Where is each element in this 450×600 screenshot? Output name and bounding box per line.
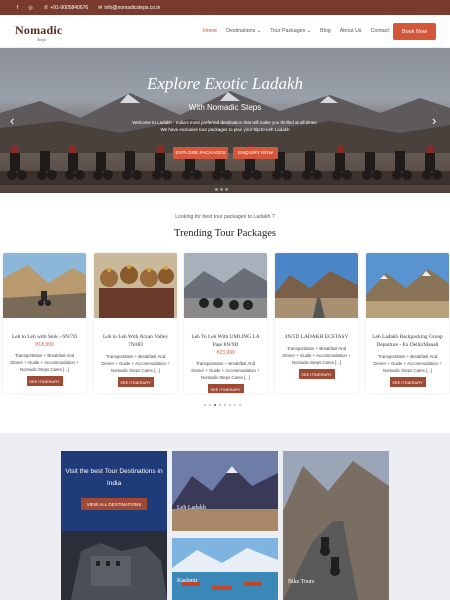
explore-packages-button[interactable]: EXPLORE PACKAGES bbox=[173, 147, 228, 159]
destinations-title: Visit the best Tour Destinations in Indi… bbox=[65, 468, 163, 487]
package-image bbox=[366, 253, 449, 318]
package-title[interactable]: Leh Ladakh Backpacking Group Departure -… bbox=[366, 333, 449, 349]
package-description: Transportation + Breakfast And Dinner + … bbox=[373, 354, 442, 373]
email-address[interactable]: info@nomadicsteps.co.in bbox=[104, 5, 160, 11]
hero-subtitle: With Nomadic Steps bbox=[188, 103, 262, 112]
main-navigation: Nomadic Steps Home Destinations ⌄ Tour Pa… bbox=[0, 15, 450, 48]
nav-menu: Home Destinations ⌄ Tour Packages ⌄ Blog… bbox=[203, 28, 389, 34]
carousel-dot[interactable] bbox=[214, 404, 216, 406]
package-card[interactable]: Leh to Leh With Aryan Valley 7N/8D Trans… bbox=[94, 253, 177, 393]
nav-item-about-us[interactable]: About Us bbox=[340, 28, 362, 34]
nav-item-tour-packages[interactable]: Tour Packages ⌄ bbox=[270, 28, 311, 34]
slide-dot[interactable] bbox=[225, 188, 228, 191]
mail-icon: ✉ bbox=[98, 4, 103, 11]
package-title[interactable]: Leh to Leh With Aryan Valley 7N/8D bbox=[94, 333, 177, 349]
carousel-dot[interactable] bbox=[209, 404, 211, 406]
package-image bbox=[94, 253, 177, 318]
package-card[interactable]: 4N/5D LADAKH ECSTASY Transportation + Br… bbox=[275, 253, 358, 393]
package-title[interactable]: 4N/5D LADAKH ECSTASY bbox=[275, 333, 358, 341]
package-price: ₹18,999 bbox=[35, 342, 54, 348]
book-now-button[interactable]: Book Now bbox=[393, 23, 436, 40]
phone-number[interactable]: +91-9005840676 bbox=[50, 5, 88, 11]
carousel-dot[interactable] bbox=[234, 404, 236, 406]
chevron-left-icon[interactable]: ‹ bbox=[10, 113, 14, 128]
bike-tours-image bbox=[283, 451, 389, 600]
nav-item-destinations[interactable]: Destinations ⌄ bbox=[226, 28, 261, 34]
package-title[interactable]: Leh To Leh With UMLING LA Pass 8N/9D bbox=[184, 333, 267, 349]
phone-contact[interactable]: ✆ +91-9005840676 bbox=[44, 5, 88, 11]
carousel-dot[interactable] bbox=[204, 404, 206, 406]
package-image bbox=[275, 253, 358, 318]
nav-item-contact[interactable]: Contact bbox=[371, 28, 389, 34]
enquiry-now-button[interactable]: ENQUIRY NOW bbox=[233, 147, 278, 159]
slide-dot[interactable] bbox=[220, 188, 223, 191]
tile-caption: Leh Ladakh bbox=[177, 505, 206, 511]
package-description: Transportation + Breakfast And Dinner + … bbox=[191, 361, 260, 380]
instagram-icon[interactable]: ◎ bbox=[27, 4, 34, 11]
slide-dot[interactable] bbox=[215, 188, 218, 191]
see-itinerary-button[interactable]: SEE ITINERARY bbox=[298, 369, 335, 379]
see-itinerary-button[interactable]: SEE ITINERARY bbox=[26, 376, 63, 386]
carousel-dot[interactable] bbox=[224, 404, 226, 406]
email-contact[interactable]: ✉ info@nomadicsteps.co.in bbox=[98, 5, 160, 11]
destination-tile-kashmir[interactable]: Kashmir bbox=[172, 538, 278, 600]
hero-title: Explore Exotic Ladakh bbox=[146, 74, 304, 93]
see-itinerary-button[interactable]: SEE ITINERARY bbox=[389, 377, 426, 387]
package-description: Transportation + Breakfast And Dinner + … bbox=[101, 354, 170, 373]
package-description: Transportation + Breakfast And Dinner + … bbox=[282, 346, 351, 365]
package-card[interactable]: Leh to Leh with Stok - 6N/7D ₹18,999 Tra… bbox=[3, 253, 86, 393]
nav-item-blog[interactable]: Blog bbox=[320, 28, 331, 34]
view-all-destinations-button[interactable]: VIEW ALL DESTINATIONS bbox=[81, 498, 147, 510]
package-title[interactable]: Leh to Leh with Stok - 6N/7D bbox=[3, 333, 86, 341]
hero-slide-dots bbox=[215, 188, 228, 191]
destination-tile-bike-tours[interactable]: Bike Tours bbox=[283, 451, 389, 600]
tile-caption: Kashmir bbox=[177, 578, 198, 584]
phone-icon: ✆ bbox=[44, 4, 49, 11]
section-eyebrow: Looking for best tour packages to Ladakh… bbox=[175, 214, 275, 220]
package-image bbox=[3, 253, 86, 318]
package-price: ₹23,999 bbox=[216, 350, 235, 356]
leh-ladakh-image bbox=[172, 451, 278, 531]
chevron-right-icon[interactable]: › bbox=[432, 113, 436, 128]
hero-description: Welcome to Ladakh - India's most preferr… bbox=[132, 120, 318, 132]
see-itinerary-button[interactable]: SEE ITINERARY bbox=[117, 377, 154, 387]
facebook-icon[interactable]: f bbox=[14, 4, 21, 11]
tile-caption: Bike Tours bbox=[288, 579, 315, 585]
carousel-dot[interactable] bbox=[239, 404, 241, 406]
destination-tile-leh-ladakh[interactable]: Leh Ladakh bbox=[172, 451, 278, 531]
carousel-dot[interactable] bbox=[219, 404, 221, 406]
package-description: Transportation + Breakfast And Dinner + … bbox=[10, 353, 79, 372]
see-itinerary-button[interactable]: SEE ITINERARY bbox=[207, 384, 244, 393]
package-image bbox=[184, 253, 267, 318]
site-logo[interactable]: Nomadic Steps bbox=[15, 23, 62, 42]
kashmir-image bbox=[172, 538, 278, 600]
package-card[interactable]: Leh To Leh With UMLING LA Pass 8N/9D ₹23… bbox=[184, 253, 267, 393]
nav-item-home[interactable]: Home bbox=[203, 28, 217, 34]
top-bar: f ◎ ✆ +91-9005840676 ✉ info@nomadicsteps.c… bbox=[0, 0, 450, 15]
carousel-dots bbox=[204, 404, 241, 406]
package-card[interactable]: Leh Ladakh Backpacking Group Departure -… bbox=[366, 253, 449, 393]
bikers-image bbox=[0, 145, 450, 185]
section-title: Trending Tour Packages bbox=[174, 228, 276, 239]
carousel-dot[interactable] bbox=[229, 404, 231, 406]
